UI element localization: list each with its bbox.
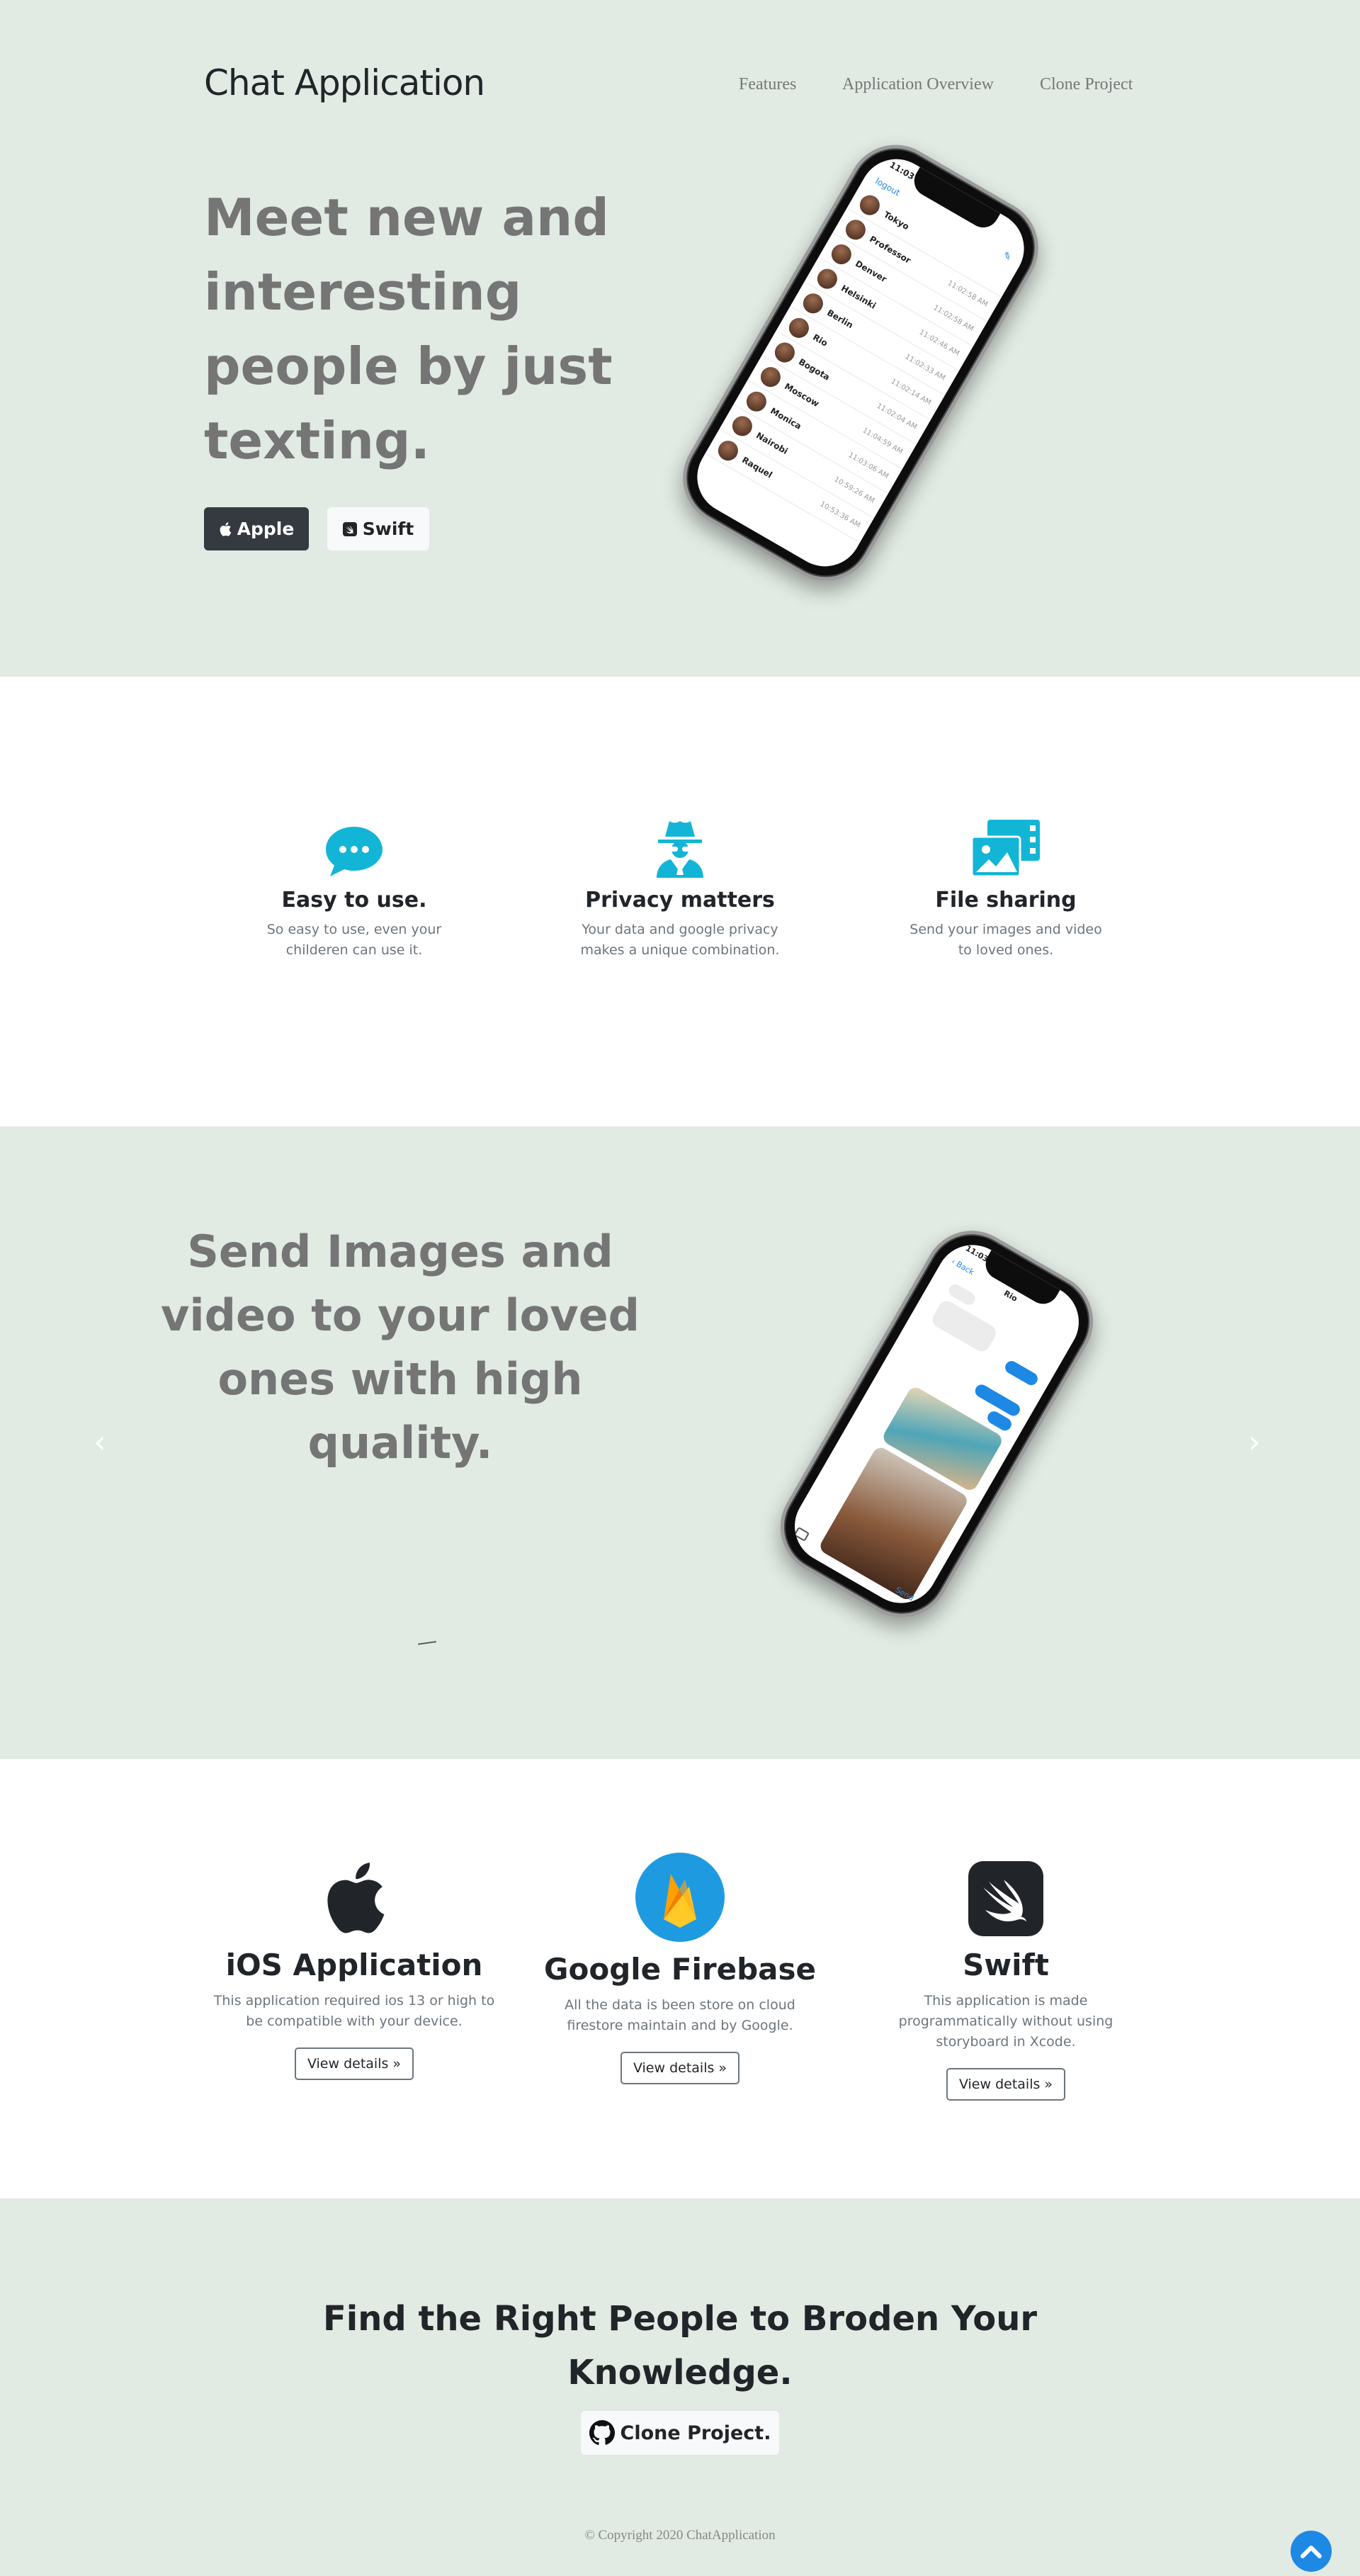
avatar [856,191,884,219]
received-bubble [929,1298,999,1355]
small-arrow-mark [417,1641,437,1645]
nav-clone-project[interactable]: Clone Project [1040,75,1133,94]
feature-text: Send your images and video to loved ones… [910,922,1102,958]
avatar [786,314,813,341]
avatar [715,436,742,464]
photo-video-icon [885,818,1126,878]
apple-small-icon [220,521,231,536]
tech-title: Swift [963,1948,1049,1982]
tech-title: iOS Application [225,1948,483,1982]
hero-title: Meet new and interesting people by just … [204,188,613,470]
conversation-phone-mockup: 11:03 ‹ Back Rio Send [763,1213,1111,1635]
chat-name: Denver [854,258,889,284]
swift-button[interactable]: Swift [327,507,429,550]
apple-button-label: Apple [237,519,295,539]
compose-icon[interactable]: ✎ [1001,249,1014,264]
avatar [800,289,827,317]
view-details-button[interactable]: View details » [294,2047,414,2080]
avatar [743,388,771,415]
swift-icon [864,1858,1148,1936]
tech-swift: Swift This application is made programma… [864,1858,1148,2101]
chat-name: Tokyo [882,209,912,232]
carousel-prev-button[interactable]: ‹ [94,1424,115,1460]
sent-bubble [1002,1358,1041,1388]
clone-project-button[interactable]: Clone Project. [581,2411,779,2455]
view-details-button[interactable]: View details » [620,2052,740,2084]
hero-section: Chat Application Features Application Ov… [0,0,1360,677]
swift-small-icon [342,521,357,536]
tech-ios: iOS Application This application require… [212,1858,496,2080]
chat-bubble-icon [234,818,475,878]
scroll-to-top-button[interactable] [1291,2531,1332,2572]
tech-firebase: Google Firebase All the data is been sto… [538,1853,822,2084]
feature-title: Privacy matters [585,888,775,913]
spy-icon [560,818,800,878]
avatar [729,412,756,440]
feature-privacy: Privacy matters Your data and google pri… [560,818,800,961]
clone-project-label: Clone Project. [620,2422,771,2444]
tech-text: All the data is been store on cloud fire… [565,1997,795,2033]
feature-title: File sharing [935,888,1077,913]
chat-name: Bogota [797,356,832,383]
chat-list: Tokyo Professor 11:02:58 AM Denver 11:02:58 … [705,183,1016,543]
hero-phone-mockup: 11:03 logout ✎ Tokyo Professor 11:02:58 AM… [665,127,1056,599]
feature-text: So easy to use, even your childeren can … [266,922,442,958]
avatar [842,215,870,243]
chat-name: Rio [811,332,830,349]
tech-text: This application required ios 13 or high… [213,1993,495,2029]
apple-button[interactable]: Apple [204,507,309,550]
carousel-next-button[interactable]: › [1248,1424,1269,1460]
feature-file-sharing: File sharing Send your images and video … [885,818,1126,961]
nav-application-overview[interactable]: Application Overview [842,75,994,94]
carousel-title: Send Images and video to your loved ones… [160,1226,640,1469]
camera-icon[interactable] [793,1526,810,1542]
avatar [771,338,799,366]
nav-features[interactable]: Features [739,75,796,94]
feature-text: Your data and google privacy makes a uni… [580,922,780,958]
avatar [828,240,856,268]
swift-button-label: Swift [362,519,414,539]
chat-name: Berlin [825,307,856,330]
feature-easy: Easy to use. So easy to use, even your c… [234,818,475,961]
github-icon [589,2420,615,2446]
chevron-up-icon [1300,2546,1322,2558]
tech-title: Google Firebase [544,1952,816,1987]
carousel-section: Send Images and video to your loved ones… [0,1126,1360,1759]
cta-title: Find the Right People to Broden Your Kno… [322,2299,1038,2393]
chat-list-screen: 11:03 logout ✎ Tokyo Professor 11:02:58 AM… [684,145,1038,580]
status-time: 11:03 [963,1243,990,1265]
view-details-button[interactable]: View details » [946,2068,1066,2101]
firebase-icon [538,1853,822,1942]
status-time: 11:03 [888,159,917,182]
conversation-screen: 11:03 ‹ Back Rio Send [781,1231,1092,1617]
chat-name: Monica [769,405,804,431]
avatar [757,363,785,390]
tech-text: This application is made programmaticall… [898,1993,1114,2050]
copyright-text: © Copyright 2020 ChatApplication [584,2528,776,2543]
avatar [814,265,842,293]
technology-section: iOS Application This application require… [0,1759,1360,2198]
brand-logo[interactable]: Chat Application [204,62,485,103]
features-section: Easy to use. So easy to use, even your c… [0,677,1360,1126]
apple-icon [212,1858,496,1936]
feature-title: Easy to use. [281,888,427,913]
chat-name: Raquel [740,454,774,480]
